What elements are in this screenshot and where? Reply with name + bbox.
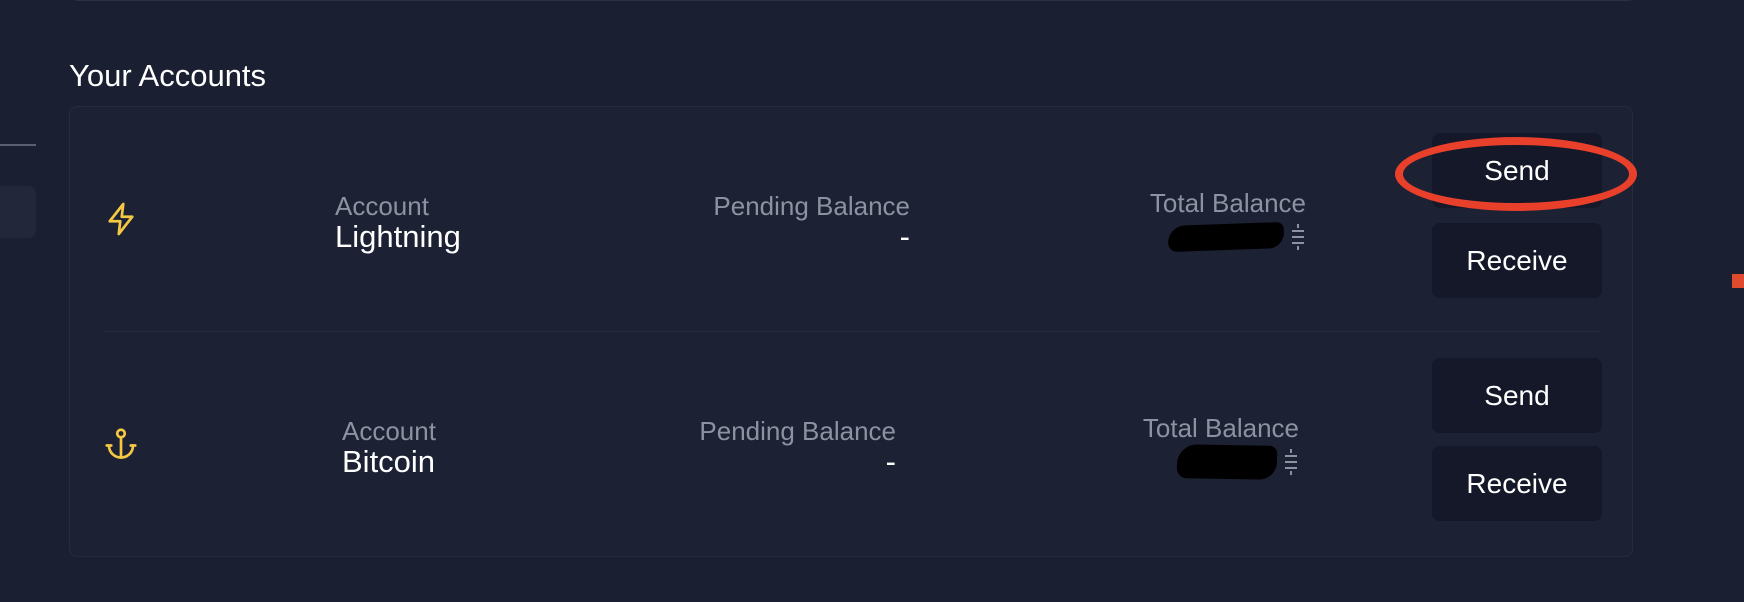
send-button[interactable]: Send bbox=[1432, 358, 1602, 433]
total-balance-value bbox=[1059, 442, 1299, 482]
pending-balance-label: Pending Balance bbox=[699, 416, 896, 446]
pending-balance-cell: Pending Balance - bbox=[670, 192, 910, 254]
accounts-card: Account Lightning Pending Balance - Tota… bbox=[69, 106, 1633, 557]
account-name: Lightning bbox=[335, 219, 461, 254]
row-divider bbox=[103, 331, 1601, 332]
satoshi-icon bbox=[1283, 446, 1299, 478]
pending-balance-cell: Pending Balance - bbox=[656, 417, 896, 479]
sidebar-divider bbox=[0, 144, 36, 146]
redacted-amount bbox=[1167, 221, 1285, 253]
account-row-lightning: Account Lightning Pending Balance - Tota… bbox=[70, 132, 1632, 332]
sidebar-item[interactable] bbox=[0, 186, 36, 238]
top-panel-edge bbox=[70, 0, 1636, 1]
annotation-marker bbox=[1732, 274, 1744, 288]
account-label: Account bbox=[335, 191, 429, 221]
total-balance-label: Total Balance bbox=[1142, 413, 1299, 443]
send-button[interactable]: Send bbox=[1432, 133, 1602, 208]
account-label: Account bbox=[342, 416, 436, 446]
section-title: Your Accounts bbox=[69, 58, 267, 93]
anchor-icon bbox=[103, 426, 139, 462]
pending-balance-value: - bbox=[885, 444, 896, 479]
pending-balance-value: - bbox=[899, 219, 910, 254]
satoshi-icon bbox=[1290, 221, 1306, 253]
receive-button[interactable]: Receive bbox=[1432, 446, 1602, 521]
lightning-icon bbox=[103, 201, 139, 237]
total-balance-label: Total Balance bbox=[1149, 188, 1306, 218]
account-name-cell: Account Lightning bbox=[335, 192, 535, 254]
pending-balance-label: Pending Balance bbox=[713, 191, 910, 221]
account-row-bitcoin: Account Bitcoin Pending Balance - Total … bbox=[70, 357, 1632, 557]
total-balance-value bbox=[1066, 217, 1306, 257]
total-balance-cell: Total Balance bbox=[1059, 414, 1299, 482]
redacted-amount bbox=[1176, 444, 1278, 480]
receive-button[interactable]: Receive bbox=[1432, 223, 1602, 298]
account-name-cell: Account Bitcoin bbox=[342, 417, 542, 479]
account-name: Bitcoin bbox=[342, 444, 436, 479]
total-balance-cell: Total Balance bbox=[1066, 189, 1306, 257]
